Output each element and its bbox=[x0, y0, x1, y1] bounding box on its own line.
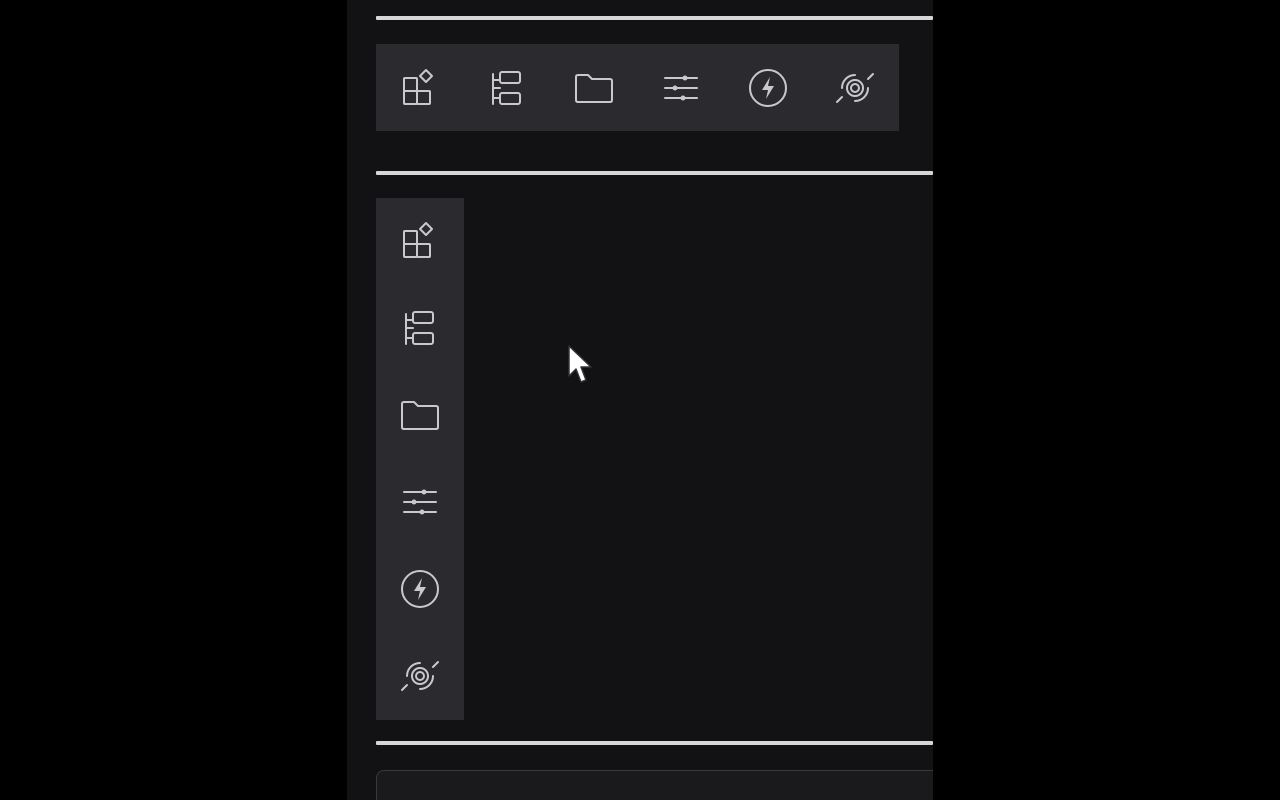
divider-middle bbox=[376, 171, 933, 175]
lightning-circle-icon bbox=[749, 69, 787, 107]
vertical-toolbar bbox=[376, 198, 464, 720]
divider-top bbox=[376, 16, 933, 20]
tree-structure-button[interactable] bbox=[396, 304, 444, 352]
broadcast-off-icon bbox=[401, 661, 439, 691]
widgets-edit-icon bbox=[403, 69, 433, 105]
lightning-button[interactable] bbox=[396, 565, 444, 613]
bottom-panel bbox=[376, 770, 933, 800]
lightning-circle-icon bbox=[401, 570, 439, 608]
canvas-area bbox=[347, 0, 933, 800]
tree-structure-button[interactable] bbox=[483, 64, 531, 112]
tree-structure-icon bbox=[492, 71, 521, 105]
sliders-button[interactable] bbox=[396, 478, 444, 526]
sliders-icon bbox=[664, 75, 698, 101]
widgets-edit-button[interactable] bbox=[396, 217, 444, 265]
sliders-icon bbox=[403, 489, 437, 515]
tree-structure-icon bbox=[405, 311, 434, 345]
folder-button[interactable] bbox=[396, 391, 444, 439]
widgets-edit-icon bbox=[403, 222, 433, 258]
sliders-button[interactable] bbox=[657, 64, 705, 112]
folder-icon bbox=[575, 74, 613, 103]
broadcast-off-button[interactable] bbox=[396, 652, 444, 700]
folder-button[interactable] bbox=[570, 64, 618, 112]
folder-icon bbox=[401, 401, 439, 430]
lightning-button[interactable] bbox=[744, 64, 792, 112]
horizontal-toolbar bbox=[376, 44, 899, 131]
widgets-edit-button[interactable] bbox=[396, 64, 444, 112]
broadcast-off-button[interactable] bbox=[831, 64, 879, 112]
broadcast-off-icon bbox=[836, 73, 874, 103]
divider-bottom bbox=[376, 741, 933, 745]
